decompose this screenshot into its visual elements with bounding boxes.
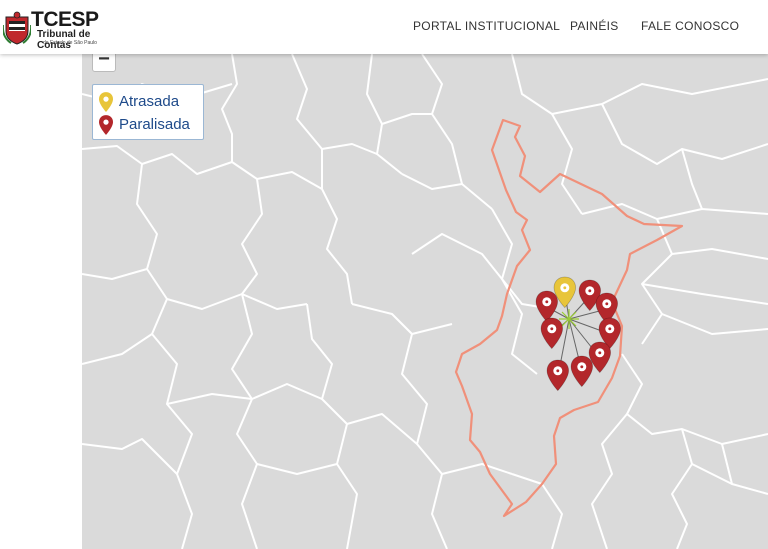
nav-fale-conosco[interactable]: FALE CONOSCO (641, 19, 739, 33)
map-marker-paralisada[interactable] (546, 359, 569, 392)
coat-of-arms-icon (3, 11, 31, 45)
map-markers (535, 276, 621, 392)
nav-paineis[interactable]: PAINÉIS (570, 19, 619, 33)
legend-label-atrasada: Atrasada (119, 93, 180, 110)
logo-title: TCESP (31, 8, 99, 31)
map-marker-paralisada[interactable] (535, 290, 558, 323)
tcesp-logo[interactable]: TCESP Tribunal de Contas do Estado de Sã… (3, 8, 113, 51)
map-marker-paralisada[interactable] (540, 317, 563, 350)
red-map-pin-icon (99, 115, 113, 135)
left-sidebar (0, 54, 82, 549)
top-header: TCESP Tribunal de Contas do Estado de Sã… (0, 0, 768, 54)
map-legend: Atrasada Paralisada (92, 84, 204, 140)
legend-label-paralisada: Paralisada (119, 116, 190, 133)
logo-small-text: do Estado de São Paulo (43, 40, 97, 46)
zoom-out-button[interactable]: − (92, 54, 116, 72)
yellow-map-pin-icon (99, 92, 113, 112)
map-view[interactable]: − Atrasada Paralisada (82, 54, 768, 549)
nav-portal-institucional[interactable]: PORTAL INSTITUCIONAL (413, 19, 560, 33)
map-marker-paralisada[interactable] (570, 355, 593, 388)
